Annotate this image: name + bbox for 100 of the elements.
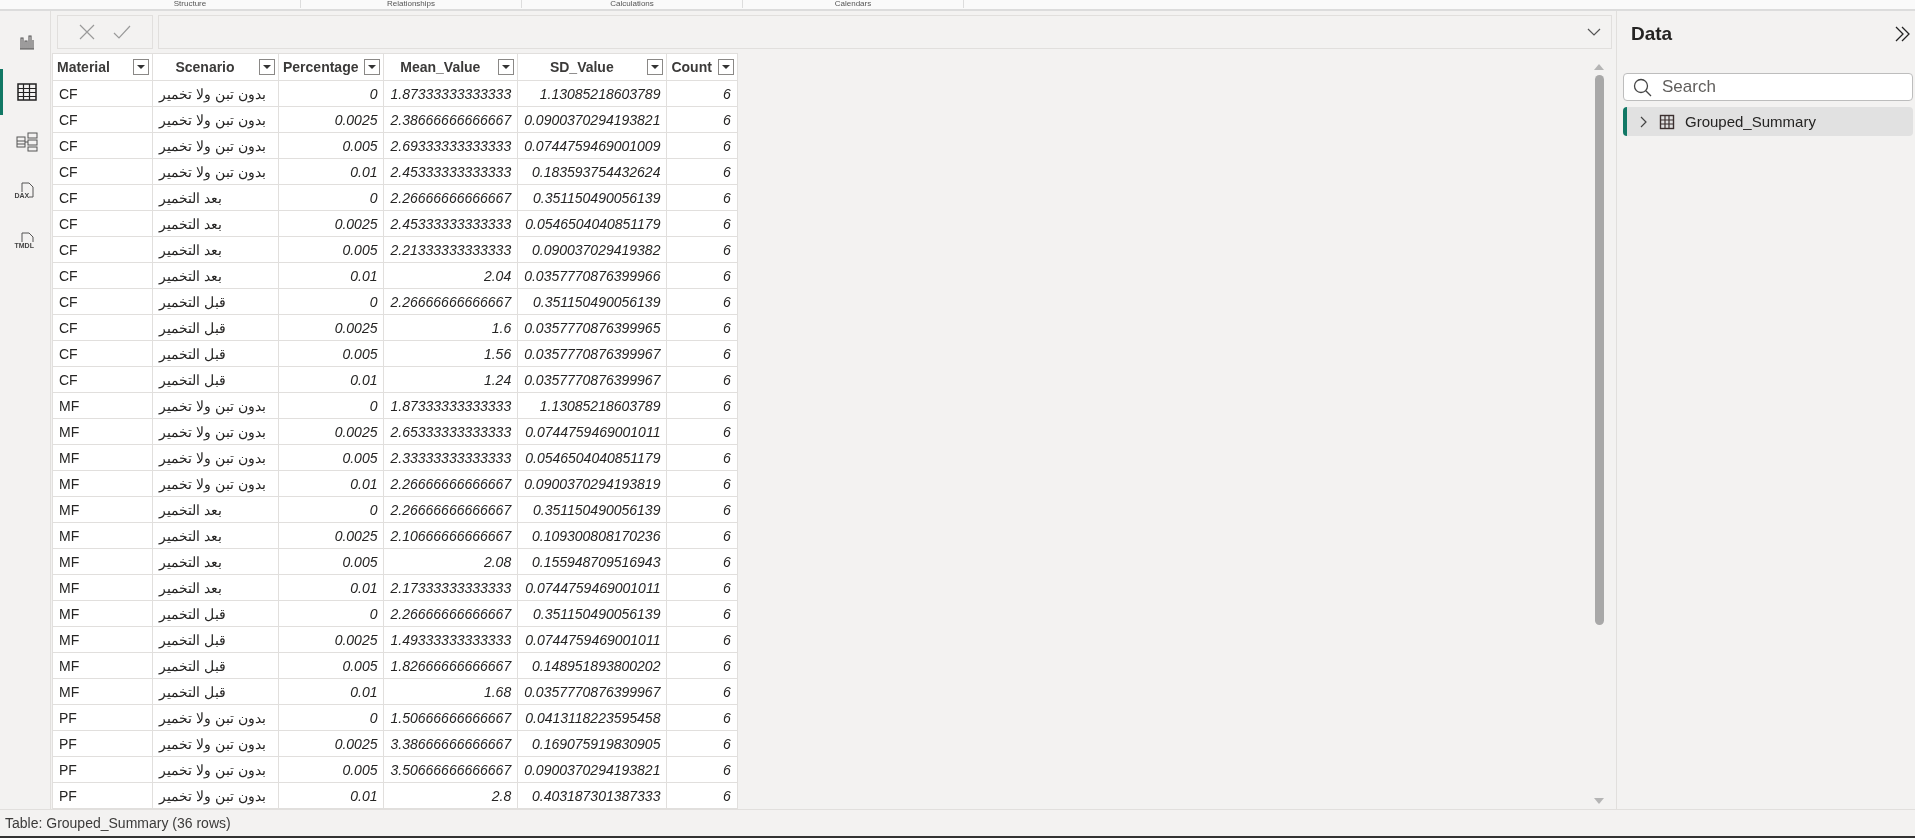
table-cell: 1.49333333333333 xyxy=(384,626,518,653)
column-header[interactable]: Mean_Value xyxy=(384,53,518,81)
table-cell: CF xyxy=(52,262,153,289)
filter-dropdown-icon[interactable] xyxy=(259,59,275,75)
filter-dropdown-icon[interactable] xyxy=(364,59,381,75)
table-cell: 0.01 xyxy=(278,678,384,705)
table-cell: MF xyxy=(52,678,153,705)
table-cell: 1.56 xyxy=(384,340,518,367)
table-cell: 0.0025 xyxy=(278,314,384,341)
table-cell: CF xyxy=(52,210,153,237)
table-cell: قبل التخمير xyxy=(152,288,279,315)
table-cell: CF xyxy=(52,236,153,263)
column-header[interactable]: Percentage xyxy=(278,53,384,81)
column-header[interactable]: SD_Value xyxy=(517,53,667,81)
column-header[interactable]: Count xyxy=(666,53,738,81)
table-cell: 0.183593754432624 xyxy=(517,158,667,185)
table-cell: 1.50666666666667 xyxy=(384,704,518,731)
table-cell: 0 xyxy=(278,600,384,627)
table-cell: 0.0546504040851179 xyxy=(517,444,667,471)
table-cell: MF xyxy=(52,392,153,419)
table-cell: 1.24 xyxy=(384,366,518,393)
table-cell: 0 xyxy=(278,80,384,107)
table-cell: PF xyxy=(52,782,153,809)
table-cell: 6 xyxy=(666,444,738,471)
column-header[interactable]: Material xyxy=(52,53,153,81)
table-cell: 0.0025 xyxy=(278,106,384,133)
table-cell: 0.0025 xyxy=(278,626,384,653)
table-cell: 0.090037029419382 xyxy=(517,236,667,263)
table-cell: 0 xyxy=(278,288,384,315)
filter-dropdown-icon[interactable] xyxy=(717,59,734,75)
table-cell: 2.26666666666667 xyxy=(384,288,518,315)
table-cell: 6 xyxy=(666,158,738,185)
table-cell: 6 xyxy=(666,366,738,393)
table-cell: 0.148951893800202 xyxy=(517,652,667,679)
table-cell: 3.50666666666667 xyxy=(384,756,518,783)
table-cell: 0.109300808170236 xyxy=(517,522,667,549)
table-cell: 1.6 xyxy=(384,314,518,341)
table-cell: 2.33333333333333 xyxy=(384,444,518,471)
table-cell: 2.08 xyxy=(384,548,518,575)
table-cell: 0.0744759469001011 xyxy=(517,626,667,653)
table-cell: MF xyxy=(52,496,153,523)
table-cell: CF xyxy=(52,158,153,185)
table-cell: بدون تبن ولا تخمير xyxy=(152,106,279,133)
table-cell: MF xyxy=(52,652,153,679)
table-cell: 6 xyxy=(666,132,738,159)
table-cell: 0.005 xyxy=(278,444,384,471)
table-cell: بدون تبن ولا تخمير xyxy=(152,132,279,159)
table-cell: MF xyxy=(52,522,153,549)
table-cell: 2.10666666666667 xyxy=(384,522,518,549)
table-cell: CF xyxy=(52,366,153,393)
column-header[interactable]: Scenario xyxy=(152,53,279,81)
table-cell: CF xyxy=(52,80,153,107)
filter-dropdown-icon[interactable] xyxy=(647,59,664,75)
filter-dropdown-icon[interactable] xyxy=(133,59,149,75)
table-cell: MF xyxy=(52,600,153,627)
table-cell: 0 xyxy=(278,392,384,419)
table-cell: 6 xyxy=(666,522,738,549)
table-cell: CF xyxy=(52,184,153,211)
table-cell: 6 xyxy=(666,496,738,523)
table-cell: 0.0413118223595458 xyxy=(517,704,667,731)
table-cell: 0.01 xyxy=(278,470,384,497)
table-cell: PF xyxy=(52,730,153,757)
table-cell: 0.169075919830905 xyxy=(517,730,667,757)
table-tree-item[interactable]: Grouped_Summary xyxy=(1623,107,1913,136)
table-cell: 0.0025 xyxy=(278,522,384,549)
table-cell: 0.155948709516943 xyxy=(517,548,667,575)
table-cell: MF xyxy=(52,548,153,575)
table-cell: CF xyxy=(52,288,153,315)
commit-check-icon[interactable] xyxy=(112,23,132,41)
formula-field[interactable] xyxy=(158,15,1612,49)
table-cell: 1.82666666666667 xyxy=(384,652,518,679)
table-cell: 1.13085218603789 xyxy=(517,392,667,419)
table-cell: 2.04 xyxy=(384,262,518,289)
table-cell: قبل التخمير xyxy=(152,626,279,653)
table-cell: 0.351150490056139 xyxy=(517,496,667,523)
table-cell: 0 xyxy=(278,184,384,211)
table-cell: قبل التخمير xyxy=(152,314,279,341)
table-cell: قبل التخمير xyxy=(152,678,279,705)
table-grid-icon xyxy=(16,83,37,101)
table-cell: 6 xyxy=(666,184,738,211)
table-cell: 2.65333333333333 xyxy=(384,418,518,445)
table-cell: 6 xyxy=(666,262,738,289)
table-cell: 0.0357770876399967 xyxy=(517,678,667,705)
table-cell: 6 xyxy=(666,470,738,497)
collapse-pane-icon[interactable] xyxy=(1893,25,1911,43)
table-cell: 6 xyxy=(666,756,738,783)
table-cell: CF xyxy=(52,106,153,133)
filter-dropdown-icon[interactable] xyxy=(498,59,515,75)
chevron-down-icon[interactable] xyxy=(1587,27,1601,37)
table-cell: 2.45333333333333 xyxy=(384,210,518,237)
table-cell: بدون تبن ولا تخمير xyxy=(152,704,279,731)
table-cell: 0.0900370294193821 xyxy=(517,756,667,783)
ribbon-group-label: Relationships xyxy=(301,0,522,8)
table-cell: 1.87333333333333 xyxy=(384,80,518,107)
expand-chevron-icon[interactable] xyxy=(1639,115,1649,128)
table-cell: CF xyxy=(52,314,153,341)
table-cell: 0.0357770876399965 xyxy=(517,314,667,341)
scrollbar-thumb[interactable] xyxy=(1594,75,1604,625)
search-field[interactable]: Search xyxy=(1623,73,1913,101)
table-cell: 0.01 xyxy=(278,366,384,393)
